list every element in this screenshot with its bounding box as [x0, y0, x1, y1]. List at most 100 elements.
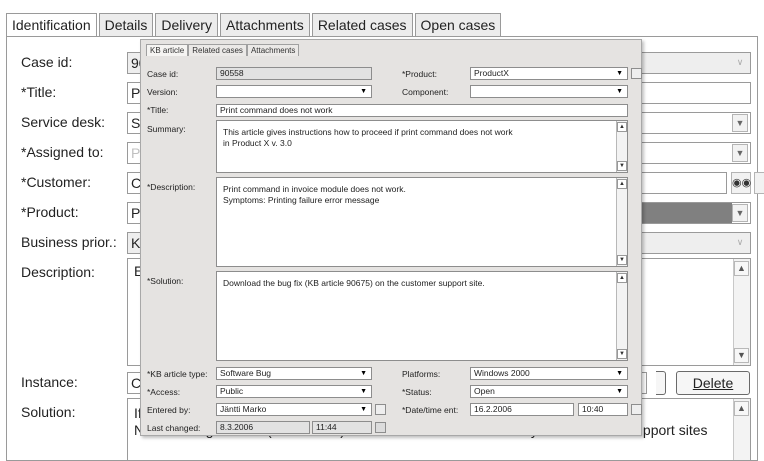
dlg-version-select[interactable]: ▼ [216, 85, 372, 98]
dlg-date-picker-button[interactable] [631, 404, 642, 415]
dlg-time-ent-input[interactable]: 10:40 [578, 403, 628, 416]
dlg-description-textarea[interactable]: Print command in invoice module does not… [216, 177, 628, 267]
dlg-solution-textarea[interactable]: Download the bug fix (KB article 90675) … [216, 271, 628, 361]
instance-label: Instance: [21, 374, 78, 390]
dlg-case-id-label: Case id: [147, 69, 179, 79]
caret-down-icon: ▼ [616, 70, 623, 77]
dlg-description-line-1: Print command in invoice module does not… [223, 184, 406, 194]
chevron-down-icon: ∨ [736, 237, 744, 247]
dlg-time-ent-value: 10:40 [582, 404, 604, 414]
instance-button[interactable] [656, 371, 666, 395]
kb-article-dialog: KB article Related cases Attachments Cas… [140, 39, 642, 436]
dlg-summary-line-2: in Product X v. 3.0 [223, 138, 292, 148]
solution-label: Solution: [21, 404, 76, 420]
description-scrollbar[interactable]: ▲ ▼ [733, 259, 750, 365]
dlg-description-scrollbar[interactable]: ▲ ▼ [616, 178, 627, 266]
dlg-entered-by-label: Entered by: [147, 405, 191, 415]
description-label: Description: [21, 264, 95, 280]
lookup-button[interactable] [754, 172, 764, 194]
dlg-last-changed-date-field: 8.3.2006 [216, 421, 310, 434]
chevron-down-icon[interactable]: ▼ [732, 114, 748, 132]
dlg-kb-article-type-select[interactable]: Software Bug ▼ [216, 367, 372, 380]
dlg-title-value: Print command does not work [220, 105, 333, 115]
tab-kb-article[interactable]: KB article [146, 44, 189, 56]
dlg-platforms-label: Platforms: [402, 369, 441, 379]
dlg-version-label: Version: [147, 87, 178, 97]
dlg-product-label: *Product: [402, 69, 437, 79]
delete-button[interactable]: Delete [676, 371, 750, 395]
dlg-component-label: Component: [402, 87, 449, 97]
binoculars-icon[interactable]: ◉◉ [731, 172, 751, 194]
dlg-entered-by-value: Jäntti Marko [220, 404, 267, 414]
dlg-status-value: Open [474, 386, 495, 396]
caret-down-icon: ▼ [616, 388, 623, 395]
dlg-title-label: *Title: [147, 105, 169, 115]
scroll-up-icon[interactable]: ▲ [617, 273, 627, 283]
dlg-entered-by-lookup-button[interactable] [375, 404, 386, 415]
title-label: *Title: [21, 84, 57, 100]
tab-identification[interactable]: Identification [6, 13, 97, 38]
dlg-date-ent-input[interactable]: 16.2.2006 [470, 403, 574, 416]
chevron-down-icon[interactable]: ▼ [732, 204, 748, 222]
caret-down-icon: ▼ [360, 406, 367, 413]
dlg-platforms-select[interactable]: Windows 2000 ▼ [470, 367, 628, 380]
tab-related-cases[interactable]: Related cases [311, 13, 413, 37]
service-desk-label: Service desk: [21, 114, 106, 130]
dlg-summary-textarea[interactable]: This article gives instructions how to p… [216, 120, 628, 173]
dlg-solution-scrollbar[interactable]: ▲ ▼ [616, 272, 627, 360]
dlg-summary-label: Summary: [147, 124, 186, 134]
scroll-down-icon[interactable]: ▼ [734, 348, 749, 363]
dlg-last-changed-date-value: 8.3.2006 [220, 422, 254, 432]
scroll-down-icon[interactable]: ▼ [617, 161, 627, 171]
customer-label: *Customer: [21, 174, 92, 190]
dlg-last-changed-time-field: 11:44 [312, 421, 372, 434]
dlg-status-select[interactable]: Open ▼ [470, 385, 628, 398]
tab-details[interactable]: Details [98, 13, 154, 37]
dlg-summary-scrollbar[interactable]: ▲ ▼ [616, 121, 627, 172]
dlg-kb-article-type-label: *KB article type: [147, 369, 208, 379]
tab-delivery[interactable]: Delivery [155, 13, 218, 37]
caret-down-icon: ▼ [360, 370, 367, 377]
dlg-case-id-value: 90558 [220, 68, 244, 78]
dlg-summary-line-1: This article gives instructions how to p… [223, 127, 513, 137]
product-label: *Product: [21, 204, 79, 220]
scroll-down-icon[interactable]: ▼ [617, 349, 627, 359]
dlg-status-label: *Status: [402, 387, 432, 397]
dlg-title-input[interactable]: Print command does not work [216, 104, 628, 117]
dlg-entered-by-select[interactable]: Jäntti Marko ▼ [216, 403, 372, 416]
solution-scrollbar[interactable]: ▲ [733, 399, 750, 460]
scroll-up-icon[interactable]: ▲ [734, 401, 749, 416]
dlg-date-ent-value: 16.2.2006 [474, 404, 512, 414]
tab-open-cases[interactable]: Open cases [414, 13, 502, 37]
dlg-platforms-value: Windows 2000 [474, 368, 530, 378]
dlg-last-changed-label: Last changed: [147, 423, 201, 433]
chevron-down-icon[interactable]: ▼ [732, 144, 748, 162]
scroll-down-icon[interactable]: ▼ [617, 255, 627, 265]
caret-down-icon: ▼ [360, 88, 367, 95]
chevron-down-icon: ∨ [736, 57, 744, 67]
dlg-solution-value: Download the bug fix (KB article 90675) … [223, 278, 485, 288]
product-highlight [640, 203, 732, 223]
caret-down-icon: ▼ [616, 370, 623, 377]
dlg-solution-label: *Solution: [147, 276, 184, 286]
scroll-up-icon[interactable]: ▲ [617, 122, 627, 132]
business-priority-label: Business prior.: [21, 234, 117, 250]
tab-dialog-attachments[interactable]: Attachments [246, 44, 300, 56]
dlg-access-select[interactable]: Public ▼ [216, 385, 372, 398]
dlg-description-label: *Description: [147, 182, 196, 192]
caret-down-icon: ▼ [360, 388, 367, 395]
main-tab-bar: Identification Details Delivery Attachme… [6, 12, 503, 38]
dlg-product-select[interactable]: ProductX ▼ [470, 67, 628, 80]
scroll-up-icon[interactable]: ▲ [617, 179, 627, 189]
dlg-product-value: ProductX [474, 68, 509, 78]
dlg-last-changed-button [375, 422, 386, 433]
tab-dialog-related-cases[interactable]: Related cases [188, 44, 247, 56]
dlg-access-label: *Access: [147, 387, 181, 397]
tab-attachments[interactable]: Attachments [219, 13, 310, 37]
dlg-product-lookup-button[interactable] [631, 68, 642, 79]
dlg-last-changed-time-value: 11:44 [316, 422, 337, 432]
dlg-component-select[interactable]: ▼ [470, 85, 628, 98]
dlg-description-line-2: Symptoms: Printing failure error message [223, 195, 380, 205]
scroll-up-icon[interactable]: ▲ [734, 261, 749, 276]
dlg-datetime-ent-label: *Date/time ent: [402, 405, 459, 415]
